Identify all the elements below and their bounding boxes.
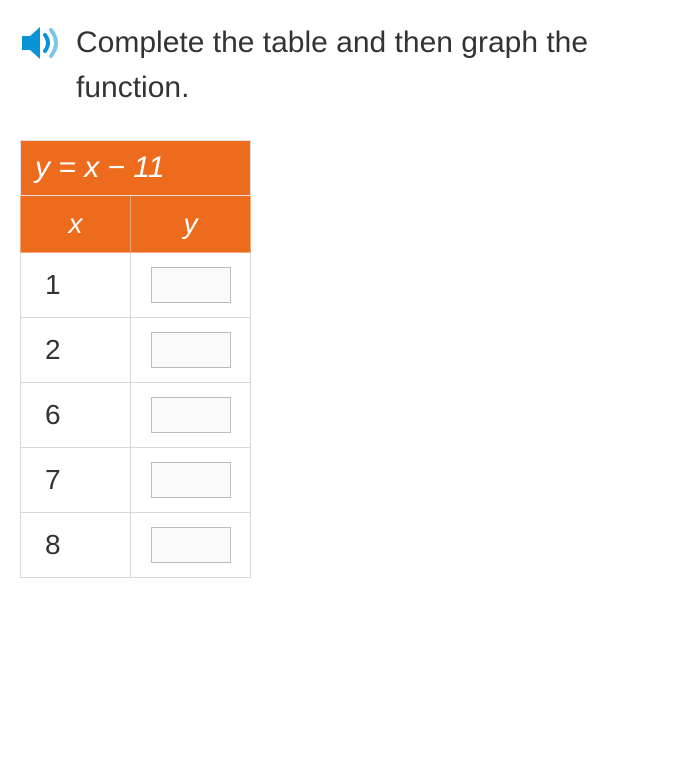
x-value: 6 (21, 383, 131, 448)
y-input[interactable] (151, 397, 231, 433)
x-value: 1 (21, 253, 131, 318)
y-cell (131, 318, 251, 383)
x-column-header: x (21, 196, 131, 253)
y-column-header: y (131, 196, 251, 253)
y-cell (131, 253, 251, 318)
y-cell (131, 383, 251, 448)
equation-header: y = x − 11 (21, 141, 251, 196)
y-input[interactable] (151, 332, 231, 368)
table-row: 7 (21, 448, 251, 513)
table-row: 2 (21, 318, 251, 383)
question-text: Complete the table and then graph the fu… (76, 20, 670, 110)
y-input[interactable] (151, 527, 231, 563)
table-row: 1 (21, 253, 251, 318)
y-cell (131, 513, 251, 578)
x-value: 2 (21, 318, 131, 383)
y-input[interactable] (151, 462, 231, 498)
y-input[interactable] (151, 267, 231, 303)
function-table: y = x − 11 x y 1 2 6 7 8 (20, 140, 251, 578)
x-value: 7 (21, 448, 131, 513)
y-cell (131, 448, 251, 513)
x-value: 8 (21, 513, 131, 578)
speaker-icon[interactable] (20, 24, 64, 67)
table-row: 6 (21, 383, 251, 448)
table-row: 8 (21, 513, 251, 578)
